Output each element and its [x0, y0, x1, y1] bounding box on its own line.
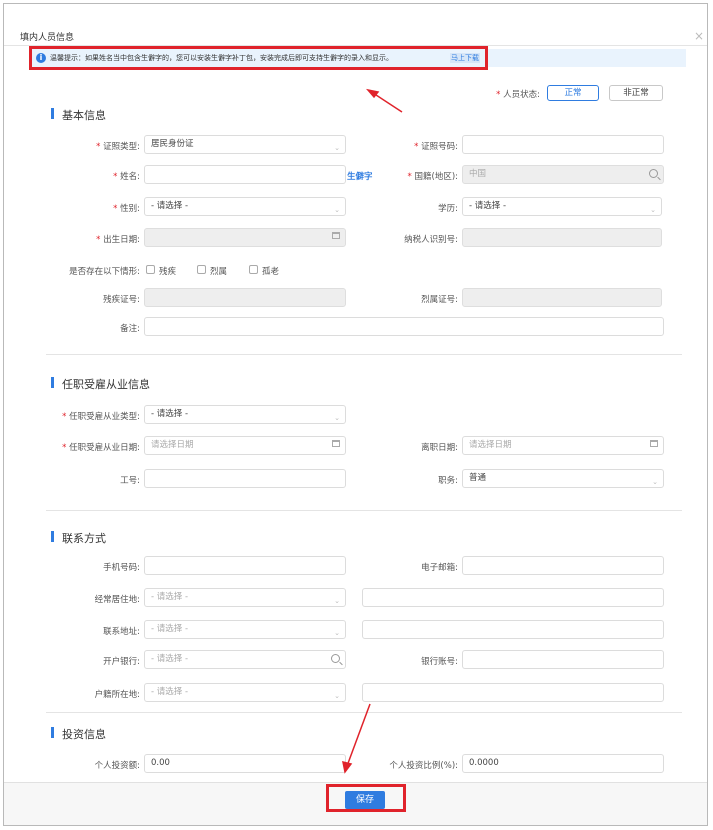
arrow-head-save	[342, 760, 353, 774]
arrow-to-notice	[372, 92, 403, 113]
arrow-to-save	[346, 703, 371, 767]
dialog: 填内人员信息 × i 温馨提示：如果姓名当中包含生僻字的，您可以安装生僻字补丁包…	[3, 3, 708, 826]
annotation-arrows	[342, 88, 403, 774]
